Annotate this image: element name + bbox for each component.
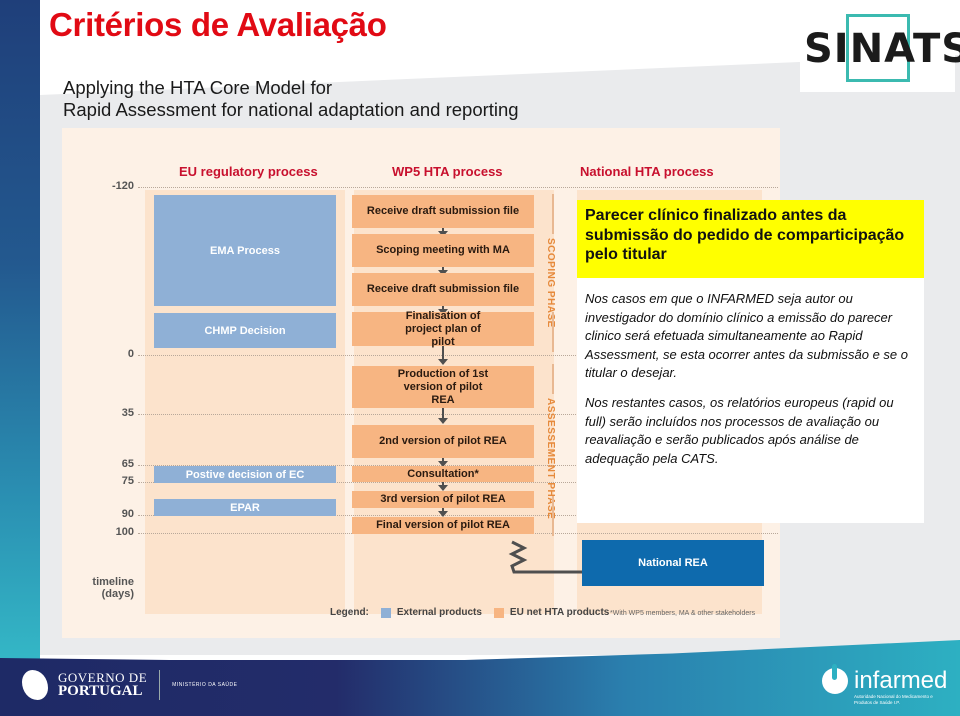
tick-label: 65 — [121, 458, 134, 470]
positive-decision-ec-box: Postive decision of EC — [154, 466, 336, 483]
sinats-logo-text: SINATS — [804, 26, 960, 72]
legend-item-external: External products — [396, 607, 482, 618]
tick-label: 90 — [121, 508, 134, 520]
legend-label: Legend: — [330, 607, 369, 618]
explanation-paragraph-2: Nos restantes casos, os relatórios europ… — [585, 394, 894, 466]
legend-swatch-external — [380, 607, 391, 618]
wp5-step: Production of 1st version of pilot REA — [352, 366, 534, 408]
explanation-box: Nos casos em que o INFARMED seja autor o… — [577, 278, 924, 523]
legend-item-eu-net: EU net HTA products — [509, 607, 610, 618]
legend-swatch-eu-net — [493, 607, 504, 618]
highlight-box: Parecer clínico finalizado antes da subm… — [577, 200, 924, 278]
epar-box: EPAR — [154, 499, 336, 516]
tick-label: 100 — [115, 526, 134, 538]
tick-label: -120 — [111, 180, 134, 192]
wp5-step: Consultation* — [352, 466, 534, 482]
subtitle-line-2: Rapid Assessment for national adaptation… — [63, 99, 519, 120]
down-arrow-icon — [438, 482, 448, 491]
wp5-step: Receive draft submission file — [352, 273, 534, 306]
down-arrow-icon — [438, 458, 448, 467]
subtitle-line-1: Applying the HTA Core Model for — [63, 77, 333, 98]
tick-label: 35 — [121, 407, 134, 419]
eu-column-header: EU regulatory process — [179, 164, 318, 179]
tick-label: 0 — [127, 348, 134, 360]
sinats-logo: SINATS — [800, 12, 960, 92]
timeline-axis-label: timeline (days) — [92, 576, 134, 600]
footnote: *With WP5 members, MA & other stakeholde… — [610, 610, 756, 617]
down-arrow-icon — [438, 228, 448, 237]
slide-title: Critérios de Avaliação — [49, 6, 387, 43]
down-arrow-icon — [438, 508, 448, 517]
infarmed-power-icon — [822, 664, 848, 694]
wp5-step: Final version of pilot REA — [352, 517, 534, 534]
portugal-emblem-icon — [22, 670, 48, 700]
gridline-minus120 — [138, 187, 778, 188]
left-accent-bar — [0, 0, 40, 660]
wp5-step: Receive draft submission file — [352, 195, 534, 228]
infarmed-logo: infarmed Autoridade Nacional do Medicame… — [822, 664, 947, 705]
wp5-step: Scoping meeting with MA — [352, 234, 534, 267]
down-arrow-icon — [438, 408, 448, 424]
national-column-header: National HTA process — [580, 164, 714, 179]
wp5-column-header: WP5 HTA process — [392, 164, 503, 179]
ema-process-box: EMA Process — [154, 195, 336, 306]
wp5-step: 2nd version of pilot REA — [352, 425, 534, 458]
down-arrow-icon — [438, 267, 448, 276]
assessment-phase-label: ASSESSEMENT PHASE — [545, 398, 556, 520]
down-arrow-icon — [438, 346, 448, 365]
governo-portugal-logo: GOVERNO DE PORTUGAL MINISTÉRIO DA SAÚDE — [22, 670, 237, 700]
ministry-label: MINISTÉRIO DA SAÚDE — [172, 682, 238, 688]
national-rea-box: National REA — [582, 540, 764, 586]
wp5-step: 3rd version of pilot REA — [352, 491, 534, 508]
tick-label: 75 — [121, 475, 134, 487]
wp5-step: Finalisation of project plan of pilot — [352, 310, 534, 348]
slide-subtitle: Applying the HTA Core Model for Rapid As… — [63, 77, 519, 121]
chmp-decision-box: CHMP Decision — [154, 313, 336, 348]
scoping-phase-label: SCOPING PHASE — [545, 238, 556, 328]
legend: Legend: External products EU net HTA pro… — [330, 607, 609, 618]
explanation-paragraph-1: Nos casos em que o INFARMED seja autor o… — [585, 291, 908, 381]
